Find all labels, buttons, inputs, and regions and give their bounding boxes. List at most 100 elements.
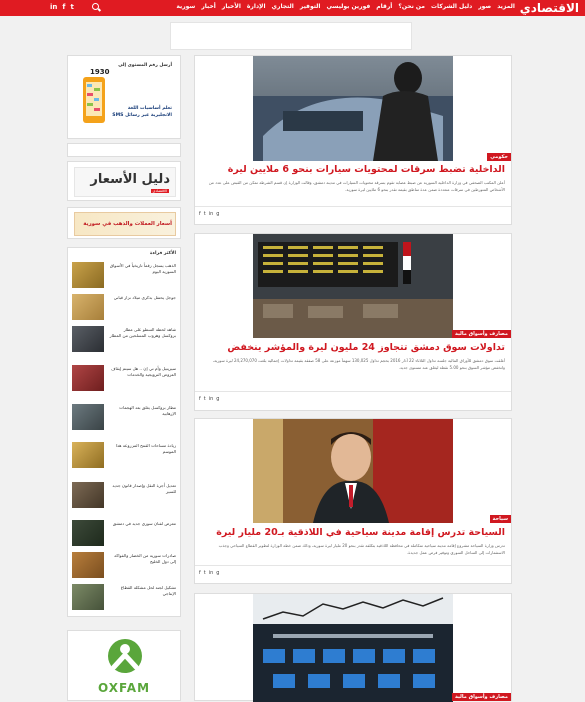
nav-item[interactable]: أخبار — [201, 3, 216, 10]
thumbnail[interactable] — [72, 584, 104, 610]
nav-item[interactable]: دليل الشركات — [431, 3, 472, 10]
category-badge[interactable]: مصارف وأسواق مالية — [451, 693, 511, 701]
sms-promo-widget[interactable]: أرسل رقم المستوى إلى 1930 تعلم أساسيات ا… — [67, 55, 181, 139]
main-nav: سورية أخبار الأخبار الإدارة التجاري التو… — [176, 3, 515, 10]
nav-item[interactable]: المزيد — [497, 3, 515, 10]
nav-item[interactable]: التوفير — [300, 3, 321, 10]
twitter-icon[interactable]: t — [204, 211, 206, 217]
article-excerpt: أغلقت سوق دمشق للأوراق المالية جلسة تداو… — [212, 358, 505, 370]
currency-banner[interactable]: أسعار العملات والذهب في سورية — [74, 212, 176, 236]
nav-item[interactable]: سورية — [176, 3, 195, 10]
nav-item[interactable]: فورين بوليسي — [326, 3, 370, 10]
list-item-title[interactable]: سيريتيل وأم تي إن .. هل سيتم إيقاف العرو… — [108, 366, 176, 378]
list-item-title[interactable]: الذهب يسجل رقماً تاريخياً في الأسواق الس… — [108, 263, 176, 275]
twitter-icon[interactable]: t — [70, 3, 73, 11]
facebook-icon[interactable]: f — [199, 570, 201, 576]
category-badge[interactable]: مصارف وأسواق مالية — [451, 330, 511, 338]
article-image[interactable] — [253, 56, 453, 161]
thumbnail[interactable] — [72, 365, 104, 391]
category-badge[interactable]: سياحة — [489, 515, 511, 523]
promo-line: تعلم أساسيات اللغة — [127, 106, 172, 111]
thumbnail[interactable] — [72, 520, 104, 546]
price-guide-badge: الاقتصادي — [150, 189, 169, 193]
list-item[interactable]: مطار بروكسل يغلق بعد الهجمات الإرهابية — [72, 404, 176, 434]
thumbnail[interactable] — [72, 482, 104, 508]
oxfam-text: OXFAM — [97, 681, 151, 695]
linkedin-icon[interactable]: in — [50, 3, 57, 11]
list-item[interactable]: تشكيل لجنة لحل مشكلة القطاع الإنتاجي — [72, 584, 176, 614]
divider — [195, 206, 511, 207]
googleplus-icon[interactable]: g — [216, 211, 219, 217]
list-item[interactable]: الذهب يسجل رقماً تاريخياً في الأسواق الس… — [72, 262, 176, 292]
article-title[interactable]: تداولات سوق دمشق تتجاوز 24 مليون ليرة وا… — [201, 342, 505, 353]
linkedin-icon[interactable]: in — [209, 211, 214, 217]
linkedin-icon[interactable]: in — [209, 570, 214, 576]
list-item-title[interactable]: معرض لفنان سوري جديد في دمشق — [108, 521, 176, 527]
share-bar: f t in g — [199, 570, 219, 576]
twitter-icon[interactable]: t — [204, 570, 206, 576]
article-card: مصارف وأسواق مالية — [194, 593, 512, 702]
list-item[interactable]: شاهد لحظة السطو على مطار بروكسل وهروب ال… — [72, 326, 176, 356]
promo-desc: تعلم أساسيات اللغة الانجليزية عبر رسائل … — [112, 105, 172, 119]
oxfam-logo-icon — [108, 639, 142, 673]
googleplus-icon[interactable]: g — [216, 396, 219, 402]
list-item-title[interactable]: جوجل يحتفل بذكرى ميلاد نزار قباني — [108, 295, 176, 301]
article-title[interactable]: السياحة تدرس إقامة مدينة سياحية في اللاذ… — [201, 527, 505, 538]
currency-widget[interactable]: أسعار العملات والذهب في سورية — [67, 207, 181, 239]
article-card: مصارف وأسواق مالية تداولات سوق دمشق تتجا… — [194, 233, 512, 411]
thumbnail[interactable] — [72, 404, 104, 430]
divider — [195, 391, 511, 392]
googleplus-icon[interactable]: g — [216, 570, 219, 576]
price-guide-widget[interactable]: دليل الأسعار الاقتصادي — [67, 161, 181, 201]
price-guide-banner[interactable]: دليل الأسعار الاقتصادي — [74, 167, 176, 197]
article-card: سياحة السياحة تدرس إقامة مدينة سياحية في… — [194, 418, 512, 584]
search-icon[interactable] — [92, 3, 99, 10]
article-excerpt: أعلن المكتب الصحفي في وزارة الداخلية الس… — [208, 180, 505, 192]
nav-item[interactable]: أرقام — [376, 3, 392, 10]
list-item-title[interactable]: صادرات سورية من الخضار والفواكه إلى دول … — [108, 553, 176, 565]
list-item[interactable]: تعديل أجرة النقل وإصدار قانون جديد للسير — [72, 482, 176, 512]
twitter-icon[interactable]: t — [204, 396, 206, 402]
list-item-title[interactable]: شاهد لحظة السطو على مطار بروكسل وهروب ال… — [108, 327, 176, 339]
category-badge[interactable]: حكومي — [487, 153, 511, 161]
currency-banner-text: أسعار العملات والذهب في سورية — [83, 221, 172, 227]
nav-item[interactable]: من نحن؟ — [398, 3, 425, 10]
site-logo[interactable]: الاقتصادي — [520, 1, 579, 15]
oxfam-ad-widget[interactable]: OXFAM — [67, 630, 181, 701]
facebook-icon[interactable]: f — [199, 211, 201, 217]
thumbnail[interactable] — [72, 294, 104, 320]
list-item-title[interactable]: زيادة مساحات القمح المزروعة هذا الموسم — [108, 443, 176, 455]
divider — [195, 565, 511, 566]
list-item[interactable]: جوجل يحتفل بذكرى ميلاد نزار قباني — [72, 294, 176, 324]
thumbnail[interactable] — [72, 262, 104, 288]
nav-item[interactable]: التجاري — [272, 3, 294, 10]
article-image[interactable] — [253, 419, 453, 523]
popular-posts-widget: الأكثر قراءة الذهب يسجل رقماً تاريخياً ف… — [67, 247, 181, 617]
list-item-title[interactable]: تشكيل لجنة لحل مشكلة القطاع الإنتاجي — [108, 585, 176, 597]
list-item[interactable]: سيريتيل وأم تي إن .. هل سيتم إيقاف العرو… — [72, 365, 176, 395]
price-guide-title: دليل الأسعار — [90, 172, 170, 187]
nav-item[interactable]: صور — [478, 3, 491, 10]
list-item-title[interactable]: مطار بروكسل يغلق بعد الهجمات الإرهابية — [108, 405, 176, 417]
thumbnail[interactable] — [72, 326, 104, 352]
thumbnail[interactable] — [72, 442, 104, 468]
article-image[interactable] — [253, 594, 453, 702]
promo-line: الانجليزية عبر رسائل SMS — [112, 113, 172, 118]
article-photo — [253, 234, 453, 338]
list-item-title[interactable]: تعديل أجرة النقل وإصدار قانون جديد للسير — [108, 483, 176, 495]
thumbnail[interactable] — [72, 552, 104, 578]
list-item[interactable]: صادرات سورية من الخضار والفواكه إلى دول … — [72, 552, 176, 582]
facebook-icon[interactable]: f — [62, 3, 65, 11]
linkedin-icon[interactable]: in — [209, 396, 214, 402]
top-navbar: الاقتصادي سورية أخبار الأخبار الإدارة ال… — [0, 0, 585, 16]
article-title[interactable]: الداخلية تضبط سرقات لمحتويات سيارات بنحو… — [201, 164, 505, 175]
article-image[interactable] — [253, 234, 453, 338]
sms-promo-banner[interactable]: أرسل رقم المستوى إلى 1930 تعلم أساسيات ا… — [74, 61, 176, 135]
nav-item[interactable]: الأخبار — [222, 3, 241, 10]
list-item[interactable]: معرض لفنان سوري جديد في دمشق — [72, 520, 176, 550]
facebook-icon[interactable]: f — [199, 396, 201, 402]
list-item[interactable]: زيادة مساحات القمح المزروعة هذا الموسم — [72, 442, 176, 472]
promo-text: أرسل رقم المستوى إلى — [118, 63, 172, 68]
social-links: in f t — [50, 3, 74, 11]
nav-item[interactable]: الإدارة — [247, 3, 266, 10]
